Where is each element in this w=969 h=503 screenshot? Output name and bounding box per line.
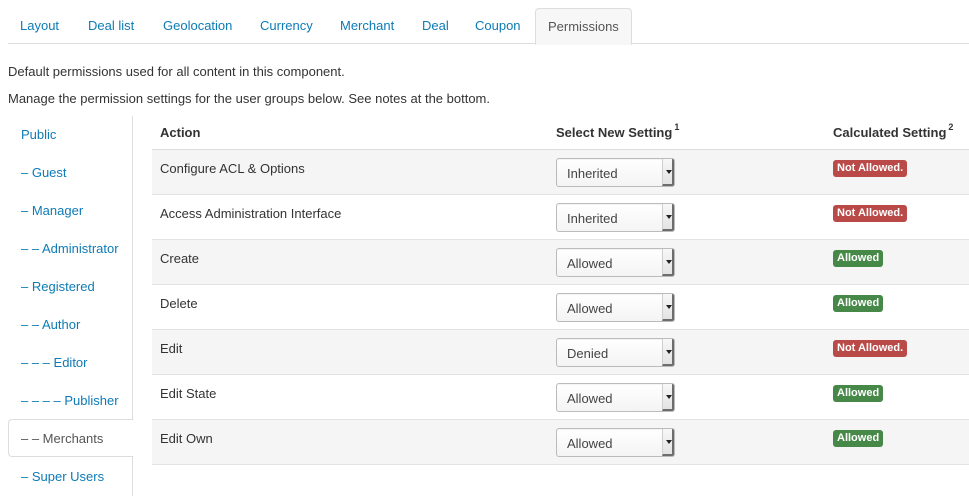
setting-select-value: Inherited	[567, 211, 618, 226]
permissions-table: Action Select New Setting 1 Calculated Se…	[152, 116, 969, 465]
group-item-guest[interactable]: – Guest	[8, 154, 133, 192]
setting-select[interactable]: Denied	[556, 338, 675, 367]
group-item-publisher[interactable]: – – – – Publisher	[8, 382, 133, 420]
setting-select[interactable]: Allowed	[556, 248, 675, 277]
setting-select[interactable]: Inherited	[556, 203, 675, 232]
chevron-down-icon	[662, 204, 674, 231]
permissions-description: Default permissions used for all content…	[8, 64, 345, 79]
group-item-manager[interactable]: – Manager	[8, 192, 133, 230]
group-item-registered[interactable]: – Registered	[8, 268, 133, 306]
action-label: Configure ACL & Options	[160, 161, 305, 176]
setting-select-value: Allowed	[567, 301, 613, 316]
action-label: Delete	[160, 296, 198, 311]
tab-deal-list[interactable]: Deal list	[76, 8, 146, 44]
chevron-down-icon	[662, 249, 674, 276]
chevron-down-icon	[662, 384, 674, 411]
calculated-badge: Not Allowed.	[833, 340, 908, 357]
table-row: Edit Denied Not Allowed.	[152, 330, 969, 375]
group-item-merchants[interactable]: – – Merchants	[8, 419, 134, 457]
setting-select-value: Allowed	[567, 256, 613, 271]
calculated-badge: Not Allowed.	[833, 205, 908, 222]
user-group-list: Public – Guest – Manager – – Administrat…	[8, 116, 134, 496]
group-item-administrator[interactable]: – – Administrator	[8, 230, 133, 268]
column-header-action: Action	[160, 125, 201, 140]
chevron-down-icon	[662, 294, 674, 321]
calculated-badge: Not Allowed.	[833, 160, 908, 177]
group-item-super-users[interactable]: – Super Users	[8, 458, 133, 496]
column-header-new-setting-label: Select New Setting	[556, 125, 673, 140]
group-item-public[interactable]: Public	[8, 116, 133, 154]
setting-select-value: Denied	[567, 346, 609, 361]
calculated-badge: Allowed	[833, 295, 884, 312]
chevron-down-icon	[662, 159, 674, 186]
column-header-calculated-label: Calculated Setting	[833, 125, 947, 140]
setting-select-value: Allowed	[567, 436, 613, 451]
tab-currency[interactable]: Currency	[248, 8, 325, 44]
table-row: Edit Own Allowed Allowed	[152, 420, 969, 465]
footnote-marker-1: 1	[674, 122, 680, 132]
tab-merchant[interactable]: Merchant	[328, 8, 406, 44]
table-row: Edit State Allowed Allowed	[152, 375, 969, 420]
tab-deal[interactable]: Deal	[410, 8, 461, 44]
calculated-badge: Allowed	[833, 385, 884, 402]
action-label: Access Administration Interface	[160, 206, 342, 221]
tab-bar: Layout Deal list Geolocation Currency Me…	[8, 8, 969, 45]
tab-geolocation[interactable]: Geolocation	[151, 8, 244, 44]
action-label: Edit State	[160, 386, 217, 401]
setting-select-value: Allowed	[567, 391, 613, 406]
footnote-marker-2: 2	[948, 122, 954, 132]
action-label: Create	[160, 251, 200, 266]
calculated-badge: Allowed	[833, 250, 884, 267]
setting-select[interactable]: Allowed	[556, 383, 675, 412]
tab-permissions[interactable]: Permissions	[535, 8, 632, 45]
group-item-editor[interactable]: – – – Editor	[8, 344, 133, 382]
table-row: Delete Allowed Allowed	[152, 285, 969, 330]
group-item-author[interactable]: – – Author	[8, 306, 133, 344]
setting-select-value: Inherited	[567, 166, 618, 181]
table-row: Configure ACL & Options Inherited Not Al…	[152, 150, 969, 195]
column-header-calculated: Calculated Setting 2	[833, 116, 953, 150]
action-label: Edit Own	[160, 431, 213, 446]
calculated-badge: Allowed	[833, 430, 884, 447]
tab-layout[interactable]: Layout	[8, 8, 71, 44]
table-header: Action Select New Setting 1 Calculated Se…	[152, 116, 969, 150]
table-row: Access Administration Interface Inherite…	[152, 195, 969, 240]
chevron-down-icon	[662, 339, 674, 366]
tab-coupon[interactable]: Coupon	[463, 8, 533, 44]
setting-select[interactable]: Allowed	[556, 428, 675, 457]
action-label: Edit	[160, 341, 183, 356]
column-header-new-setting: Select New Setting 1	[556, 116, 679, 150]
permissions-instructions: Manage the permission settings for the u…	[8, 91, 491, 106]
chevron-down-icon	[662, 429, 674, 456]
setting-select[interactable]: Inherited	[556, 158, 675, 187]
setting-select[interactable]: Allowed	[556, 293, 675, 322]
table-row: Create Allowed Allowed	[152, 240, 969, 285]
